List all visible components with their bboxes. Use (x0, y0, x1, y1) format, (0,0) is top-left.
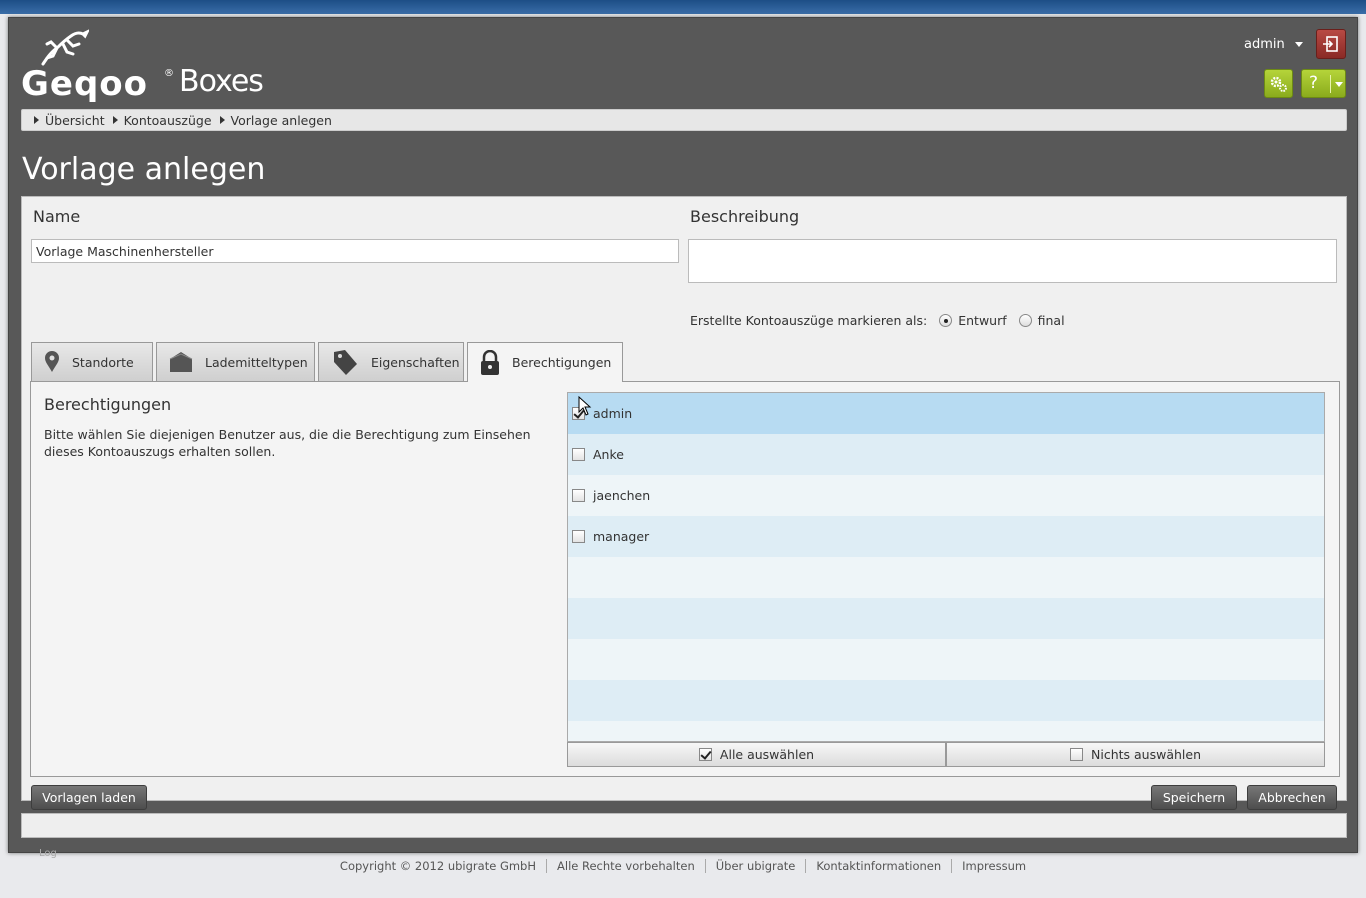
description-input[interactable] (688, 239, 1337, 283)
brand-name: Geqoo (21, 64, 149, 104)
chevron-down-icon[interactable] (1335, 82, 1343, 87)
load-templates-button[interactable]: Vorlagen laden (31, 785, 147, 810)
permissions-description: Bitte wählen Sie diejenigen Benutzer aus… (44, 427, 531, 459)
triangle-right-icon (219, 116, 225, 124)
footer-link-contact[interactable]: Kontaktinformationen (805, 859, 951, 873)
select-none-label: Nichts auswählen (1091, 747, 1201, 762)
help-button[interactable]: ? (1301, 69, 1346, 98)
cancel-button[interactable]: Abbrechen (1247, 785, 1337, 810)
user-name: admin (593, 406, 633, 421)
list-item-anke[interactable]: Anke (568, 434, 1324, 475)
footer-link-imprint[interactable]: Impressum (951, 859, 1036, 873)
form-panel: Name Beschreibung Erstellte Kontoauszüge… (21, 196, 1347, 810)
radio-entwurf-label: Entwurf (958, 313, 1007, 328)
selection-toolbar: Alle auswählen Nichts auswählen (567, 742, 1325, 767)
breadcrumb-item-vorlage-anlegen[interactable]: Vorlage anlegen (219, 112, 332, 128)
checked-box-icon (698, 748, 712, 761)
breadcrumb-label: Kontoauszüge (123, 112, 212, 128)
empty-row (568, 557, 1324, 598)
user-checkbox-anke[interactable] (572, 448, 585, 461)
radio-entwurf[interactable] (939, 314, 953, 327)
footer-link-rights[interactable]: Alle Rechte vorbehalten (546, 859, 705, 873)
map-pin-icon (44, 351, 60, 373)
triangle-right-icon (112, 116, 118, 124)
name-label: Name (33, 207, 81, 226)
settings-button[interactable] (1264, 69, 1293, 98)
permissions-title: Berechtigungen (44, 395, 172, 414)
tab-eigenschaften[interactable]: Eigenschaften (318, 342, 464, 381)
app-window: Geqoo ® Boxes admin ? Übersicht Kontoaus… (8, 17, 1358, 859)
empty-box-icon (1070, 748, 1083, 761)
status-radio-label: Erstellte Kontoauszüge markieren als: (690, 313, 928, 328)
page-title: Vorlage anlegen (22, 152, 266, 187)
tab-lademitteltypen[interactable]: Lademitteltypen (156, 342, 315, 381)
list-item-admin[interactable]: admin (568, 393, 1324, 434)
brand-registered-mark: ® (164, 68, 174, 79)
user-checkbox-manager[interactable] (572, 530, 585, 543)
logout-icon (1323, 36, 1338, 52)
triangle-right-icon (34, 116, 39, 124)
mouse-pointer-icon (578, 396, 592, 416)
empty-row (568, 721, 1324, 741)
user-name: manager (593, 529, 650, 544)
logout-button[interactable] (1316, 29, 1346, 59)
user-menu[interactable]: admin (1244, 37, 1303, 52)
select-none-button[interactable]: Nichts auswählen (946, 742, 1325, 767)
empty-row (568, 598, 1324, 639)
user-name: jaenchen (593, 488, 651, 503)
radio-final[interactable] (1018, 314, 1032, 327)
log-link[interactable]: Log (39, 848, 57, 859)
save-button[interactable]: Speichern (1151, 785, 1237, 810)
empty-row (568, 680, 1324, 721)
breadcrumb-item-kontoauszuege[interactable]: Kontoauszüge (112, 112, 212, 128)
breadcrumb-label: Übersicht (45, 112, 105, 128)
tab-label: Berechtigungen (512, 355, 612, 370)
footer: Copyright © 2012 ubigrate GmbH Alle Rech… (0, 859, 1366, 873)
list-item-manager[interactable]: manager (568, 516, 1324, 557)
window-top-strip (0, 0, 1366, 14)
description-label: Beschreibung (690, 207, 800, 226)
select-all-button[interactable]: Alle auswählen (567, 742, 946, 767)
user-name: admin (1244, 37, 1285, 52)
chevron-down-icon (1294, 42, 1303, 47)
radio-final-label: final (1037, 313, 1065, 328)
tab-label: Eigenschaften (371, 354, 460, 370)
gears-icon (1270, 76, 1287, 92)
tab-label: Standorte (72, 354, 134, 370)
name-input[interactable] (31, 239, 679, 263)
tag-icon (331, 348, 359, 376)
tab-standorte[interactable]: Standorte (31, 342, 153, 381)
tab-berechtigungen[interactable]: Berechtigungen (467, 342, 623, 382)
user-name: Anke (593, 447, 624, 462)
empty-row (568, 639, 1324, 680)
breadcrumb-label: Vorlage anlegen (230, 112, 332, 128)
help-label: ? (1309, 73, 1319, 93)
gecko-icon (41, 29, 89, 66)
permissions-tab-panel: Berechtigungen Bitte wählen Sie diejenig… (30, 381, 1340, 777)
select-all-label: Alle auswählen (719, 747, 815, 762)
breadcrumb: Übersicht Kontoauszüge Vorlage anlegen (21, 109, 1347, 131)
status-bar (21, 813, 1347, 838)
user-checkbox-jaenchen[interactable] (572, 489, 585, 502)
list-item-jaenchen[interactable]: jaenchen (568, 475, 1324, 516)
footer-copyright: Copyright © 2012 ubigrate GmbH (339, 859, 537, 873)
status-radio-group: Erstellte Kontoauszüge markieren als: En… (690, 313, 1065, 328)
brand-logo: Geqoo ® Boxes (21, 28, 271, 108)
box-icon (169, 351, 193, 373)
product-name: Boxes (179, 64, 264, 99)
breadcrumb-item-uebersicht[interactable]: Übersicht (34, 113, 105, 128)
tab-label: Lademitteltypen (205, 354, 308, 370)
footer-link-about[interactable]: Über ubigrate (704, 859, 806, 873)
lock-icon (480, 349, 500, 376)
help-divider (1330, 75, 1331, 93)
user-list: admin Anke jaenchen manager (567, 392, 1325, 742)
